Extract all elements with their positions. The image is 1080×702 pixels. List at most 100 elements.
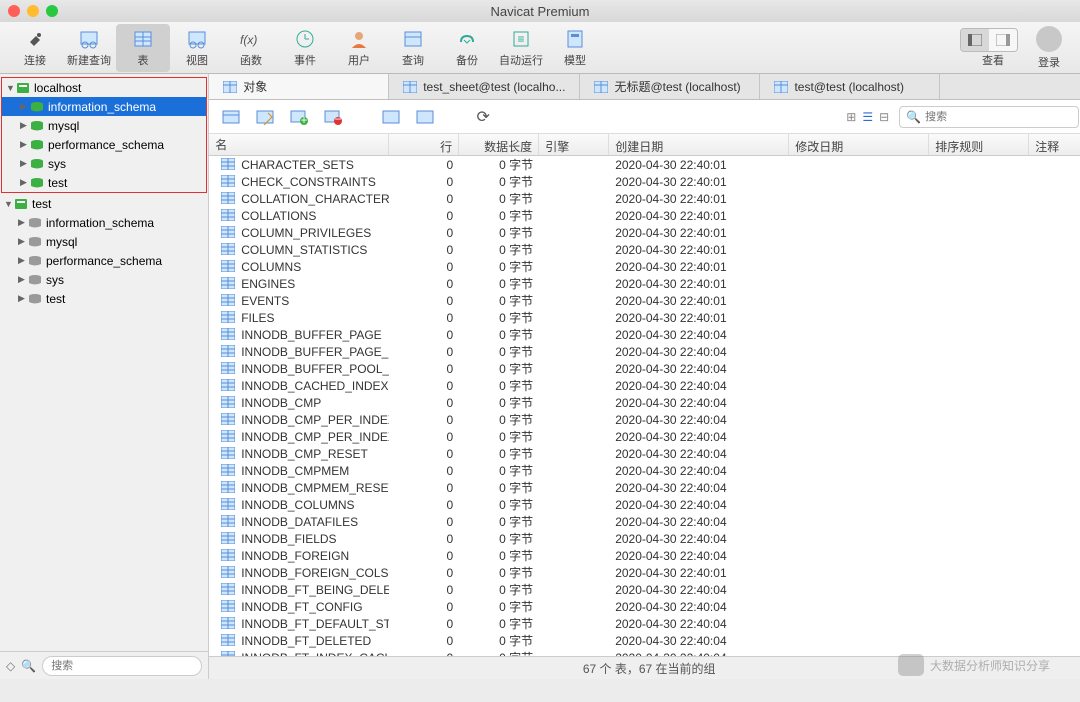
expand-arrow-icon[interactable]: ▶ (18, 274, 28, 285)
connection-node[interactable]: ▼test (0, 194, 208, 213)
col-engine[interactable]: 引擎 (539, 134, 609, 155)
toolbar-plug-button[interactable]: 连接 (8, 24, 62, 72)
table-row[interactable]: ENGINES00 字节2020-04-30 22:40:01 (209, 275, 1080, 292)
table-list[interactable]: CHARACTER_SETS00 字节2020-04-30 22:40:01CH… (209, 156, 1080, 656)
table-row[interactable]: INNODB_FT_DEFAULT_ST...00 字节2020-04-30 2… (209, 615, 1080, 632)
database-node[interactable]: ▶mysql (2, 116, 206, 135)
table-row[interactable]: INNODB_FOREIGN00 字节2020-04-30 22:40:04 (209, 547, 1080, 564)
table-row[interactable]: INNODB_CMP_PER_INDEX...00 字节2020-04-30 2… (209, 428, 1080, 445)
table-row[interactable]: INNODB_CMPMEM_RESET00 字节2020-04-30 22:40… (209, 479, 1080, 496)
table-row[interactable]: INNODB_CACHED_INDEXES00 字节2020-04-30 22:… (209, 377, 1080, 394)
object-search-input[interactable] (925, 111, 1072, 123)
database-node[interactable]: ▶performance_schema (2, 135, 206, 154)
table-row[interactable]: INNODB_FT_DELETED00 字节2020-04-30 22:40:0… (209, 632, 1080, 649)
view-left-icon[interactable] (961, 29, 989, 51)
database-node[interactable]: ▶sys (2, 154, 206, 173)
database-node[interactable]: ▶test (0, 289, 208, 308)
expand-arrow-icon[interactable]: ▶ (18, 255, 28, 266)
table-row[interactable]: INNODB_COLUMNS00 字节2020-04-30 22:40:04 (209, 496, 1080, 513)
table-row[interactable]: COLUMNS00 字节2020-04-30 22:40:01 (209, 258, 1080, 275)
object-search[interactable]: 🔍 (899, 106, 1079, 128)
col-name[interactable]: 名 (209, 134, 389, 155)
table-row[interactable]: FILES00 字节2020-04-30 22:40:01 (209, 309, 1080, 326)
table-row[interactable]: INNODB_CMPMEM00 字节2020-04-30 22:40:04 (209, 462, 1080, 479)
table-row[interactable]: EVENTS00 字节2020-04-30 22:40:01 (209, 292, 1080, 309)
sidebar-search-input[interactable] (42, 656, 202, 676)
col-ctime[interactable]: 创建日期 (609, 134, 789, 155)
toolbar-backup-button[interactable]: 备份 (440, 24, 494, 72)
tab[interactable]: test@test (localhost) (760, 74, 940, 99)
table-row[interactable]: INNODB_DATAFILES00 字节2020-04-30 22:40:04 (209, 513, 1080, 530)
refresh-icon[interactable]: ⟳ (471, 105, 495, 129)
table-row[interactable]: INNODB_BUFFER_PAGE00 字节2020-04-30 22:40:… (209, 326, 1080, 343)
database-node[interactable]: ▶sys (0, 270, 208, 289)
export-icon[interactable] (413, 105, 437, 129)
close-button[interactable] (8, 5, 20, 17)
toolbar-table-button[interactable]: 表 (116, 24, 170, 72)
toolbar-fx-button[interactable]: f(x)函数 (224, 24, 278, 72)
expand-arrow-icon[interactable]: ▶ (18, 236, 28, 247)
col-len[interactable]: 数据长度 (459, 134, 539, 155)
expand-arrow-icon[interactable]: ▶ (20, 177, 30, 188)
table-row[interactable]: CHECK_CONSTRAINTS00 字节2020-04-30 22:40:0… (209, 173, 1080, 190)
col-note[interactable]: 注释 (1029, 134, 1080, 155)
table-row[interactable]: INNODB_FT_BEING_DELET...00 字节2020-04-30 … (209, 581, 1080, 598)
toolbar-event-button[interactable]: 事件 (278, 24, 332, 72)
toolbar-view-button[interactable]: 视图 (170, 24, 224, 72)
col-collation[interactable]: 排序规则 (929, 134, 1029, 155)
connection-node[interactable]: ▼localhost (2, 78, 206, 97)
database-node[interactable]: ▶information_schema (2, 97, 206, 116)
view-list-icon[interactable]: ☰ (862, 110, 873, 124)
expand-arrow-icon[interactable]: ▶ (20, 139, 30, 150)
view-grid-icon[interactable]: ⊞ (846, 110, 856, 124)
table-row[interactable]: COLUMN_STATISTICS00 字节2020-04-30 22:40:0… (209, 241, 1080, 258)
table-row[interactable]: COLLATION_CHARACTER_...00 字节2020-04-30 2… (209, 190, 1080, 207)
new-table-icon[interactable]: + (287, 105, 311, 129)
view-detail-icon[interactable]: ⊟ (879, 110, 889, 124)
toolbar-user-button[interactable]: 用户 (332, 24, 386, 72)
view-right-icon[interactable] (989, 29, 1017, 51)
table-row[interactable]: INNODB_FIELDS00 字节2020-04-30 22:40:04 (209, 530, 1080, 547)
filter-icon[interactable]: ◇ (6, 659, 15, 673)
table-row[interactable]: INNODB_FT_INDEX_CACHE00 字节2020-04-30 22:… (209, 649, 1080, 656)
table-row[interactable]: INNODB_BUFFER_PAGE_L...00 字节2020-04-30 2… (209, 343, 1080, 360)
database-node[interactable]: ▶test (2, 173, 206, 192)
expand-arrow-icon[interactable]: ▶ (20, 120, 30, 131)
table-row[interactable]: COLLATIONS00 字节2020-04-30 22:40:01 (209, 207, 1080, 224)
tab[interactable]: 对象 (209, 74, 389, 99)
import-icon[interactable] (379, 105, 403, 129)
expand-arrow-icon[interactable]: ▶ (20, 158, 30, 169)
expand-arrow-icon[interactable]: ▼ (6, 83, 16, 93)
table-row[interactable]: CHARACTER_SETS00 字节2020-04-30 22:40:01 (209, 156, 1080, 173)
tab[interactable]: test_sheet@test (localho... (389, 74, 580, 99)
design-table-icon[interactable] (253, 105, 277, 129)
expand-arrow-icon[interactable]: ▼ (4, 199, 14, 209)
login-avatar-icon[interactable] (1036, 26, 1062, 52)
tab[interactable]: 无标题@test (localhost) (580, 74, 760, 99)
toolbar-auto-button[interactable]: ≡自动运行 (494, 24, 548, 72)
database-node[interactable]: ▶information_schema (0, 213, 208, 232)
table-row[interactable]: INNODB_FOREIGN_COLS00 字节2020-04-30 22:40… (209, 564, 1080, 581)
table-row[interactable]: INNODB_CMP_RESET00 字节2020-04-30 22:40:04 (209, 445, 1080, 462)
table-row[interactable]: INNODB_BUFFER_POOL_S...00 字节2020-04-30 2… (209, 360, 1080, 377)
toolbar-query2-button[interactable]: 查询 (386, 24, 440, 72)
col-rows[interactable]: 行 (389, 134, 459, 155)
expand-arrow-icon[interactable]: ▶ (18, 217, 28, 228)
maximize-button[interactable] (46, 5, 58, 17)
open-table-icon[interactable] (219, 105, 243, 129)
view-toggle[interactable] (960, 28, 1018, 52)
expand-arrow-icon[interactable]: ▶ (18, 293, 28, 304)
database-node[interactable]: ▶performance_schema (0, 251, 208, 270)
connection-tree[interactable]: ▼localhost▶information_schema▶mysql▶perf… (0, 74, 208, 651)
table-row[interactable]: INNODB_CMP_PER_INDEX00 字节2020-04-30 22:4… (209, 411, 1080, 428)
toolbar-model-button[interactable]: 模型 (548, 24, 602, 72)
toolbar-query-button[interactable]: 新建查询 (62, 24, 116, 72)
delete-table-icon[interactable]: − (321, 105, 345, 129)
database-node[interactable]: ▶mysql (0, 232, 208, 251)
table-row[interactable]: INNODB_CMP00 字节2020-04-30 22:40:04 (209, 394, 1080, 411)
table-row[interactable]: INNODB_FT_CONFIG00 字节2020-04-30 22:40:04 (209, 598, 1080, 615)
col-mtime[interactable]: 修改日期 (789, 134, 929, 155)
minimize-button[interactable] (27, 5, 39, 17)
expand-arrow-icon[interactable]: ▶ (20, 101, 30, 112)
table-row[interactable]: COLUMN_PRIVILEGES00 字节2020-04-30 22:40:0… (209, 224, 1080, 241)
